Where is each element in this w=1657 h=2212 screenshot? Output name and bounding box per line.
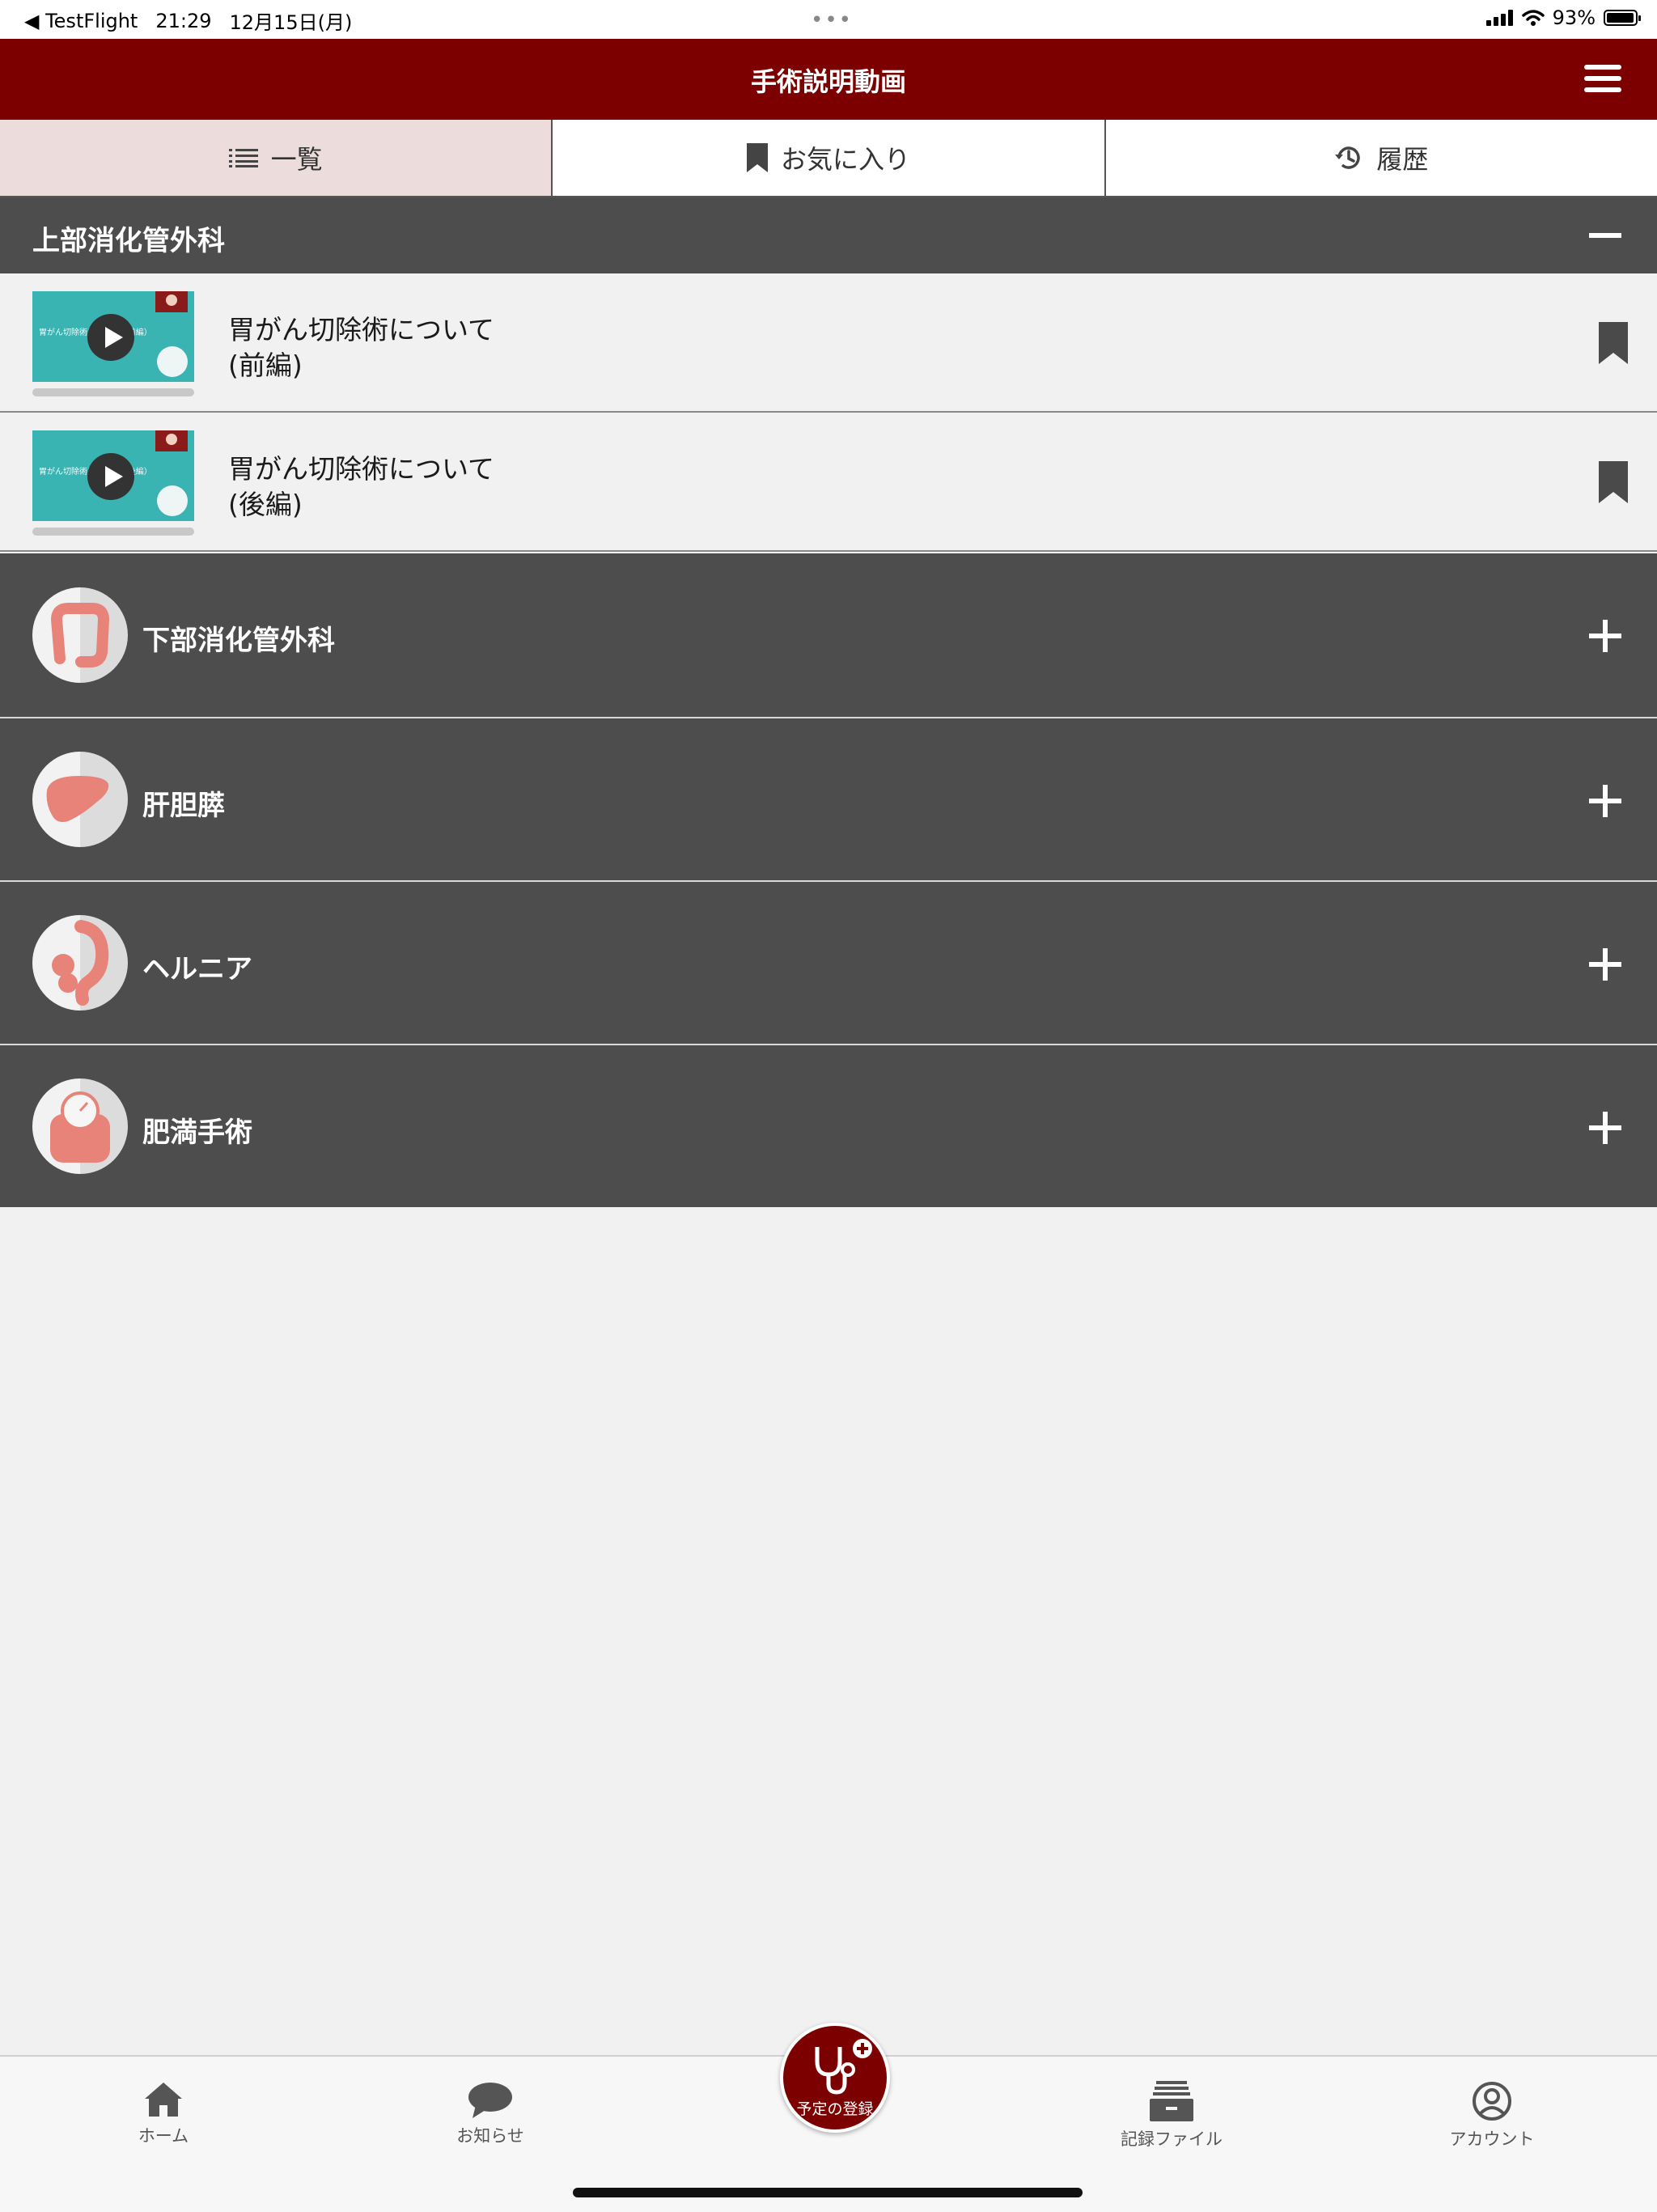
tab-favorites-label: お気に入り (780, 144, 910, 175)
presenter-image (155, 430, 188, 451)
tab-list-label: 一覧 (270, 144, 323, 175)
nav-account-label: アカウント (1449, 2129, 1535, 2149)
section-upper-gi[interactable]: 上部消化管外科 (0, 197, 1657, 273)
section-title: 肝胆膵 (142, 790, 225, 822)
hospital-logo-icon (157, 346, 188, 377)
video-item[interactable]: 胃がん切除術について（後編） 胃がん切除術について (後編) (0, 413, 1657, 552)
tab-bar: 一覧 お気に入り 履歴 (0, 120, 1657, 197)
wifi-icon (1521, 10, 1545, 26)
presenter-image (155, 291, 188, 312)
expand-icon[interactable] (1587, 947, 1623, 982)
video-title: 胃がん切除術について (後編) (228, 451, 494, 523)
app-header: 手術説明動画 (0, 39, 1657, 120)
section-title: ヘルニア (142, 953, 252, 985)
home-indicator[interactable] (573, 2188, 1083, 2197)
section-lower-gi[interactable]: 下部消化管外科 (0, 553, 1657, 717)
expand-icon[interactable] (1587, 1110, 1623, 1146)
watch-progress-bar (32, 528, 194, 536)
play-icon[interactable] (87, 314, 134, 361)
video-title-line2: (後編) (228, 489, 303, 520)
stethoscope-plus-icon (815, 2039, 872, 2095)
battery-percent: 93% (1552, 6, 1596, 29)
tab-favorites[interactable]: お気に入り (553, 120, 1106, 196)
video-title: 胃がん切除術について (前編) (228, 312, 494, 383)
expand-icon[interactable] (1587, 618, 1623, 654)
section-title: 上部消化管外科 (32, 225, 225, 257)
video-thumbnail[interactable]: 胃がん切除術について（前編） (32, 291, 194, 382)
nav-account[interactable]: アカウント (1411, 2081, 1573, 2151)
hernia-icon (32, 915, 128, 1011)
list-icon (228, 149, 258, 167)
file-box-icon (1150, 2081, 1193, 2121)
history-icon (1335, 146, 1361, 169)
status-bar: ◀ TestFlight 21:29 12月15日(月) ••• 93% (0, 0, 1657, 39)
section-hbp[interactable]: 肝胆膵 (0, 718, 1657, 880)
back-to-app-link[interactable]: ◀ TestFlight (24, 10, 138, 32)
tab-history[interactable]: 履歴 (1106, 120, 1657, 196)
nav-records-label: 記録ファイル (1121, 2129, 1223, 2149)
colon-icon (32, 587, 128, 683)
video-item[interactable]: 胃がん切除術について（前編） 胃がん切除術について (前編) (0, 273, 1657, 413)
cellular-signal-icon (1485, 10, 1513, 26)
watch-progress-bar (32, 388, 194, 396)
register-appointment-button[interactable]: 予定の登録 (780, 2023, 890, 2133)
liver-icon (32, 752, 128, 847)
hospital-logo-icon (157, 485, 188, 516)
video-title-line2: (前編) (228, 350, 303, 381)
collapse-icon[interactable] (1587, 218, 1623, 253)
bookmark-icon (746, 143, 768, 172)
status-time: 21:29 (155, 9, 212, 32)
section-title: 下部消化管外科 (142, 625, 335, 657)
hamburger-menu-icon[interactable] (1584, 65, 1621, 94)
multitasking-dots[interactable]: ••• (811, 8, 853, 32)
nav-records[interactable]: 記録ファイル (1091, 2081, 1252, 2151)
nav-news-label: お知らせ (456, 2126, 524, 2146)
tab-list[interactable]: 一覧 (0, 120, 553, 196)
bookmark-toggle-icon[interactable] (1599, 322, 1628, 364)
account-icon (1473, 2082, 1511, 2121)
section-bariatric[interactable]: 肥満手術 (0, 1045, 1657, 1207)
video-thumbnail[interactable]: 胃がん切除術について（後編） (32, 430, 194, 521)
play-icon[interactable] (87, 453, 134, 500)
section-title: 肥満手術 (142, 1117, 252, 1149)
home-icon (145, 2083, 182, 2117)
video-title-line1: 胃がん切除術について (228, 314, 495, 345)
bookmark-toggle-icon[interactable] (1599, 461, 1628, 503)
chat-bubble-icon (468, 2083, 512, 2118)
battery-icon (1604, 10, 1641, 26)
page-title: 手術説明動画 (750, 66, 906, 97)
video-title-line1: 胃がん切除術について (228, 453, 495, 485)
section-hernia[interactable]: ヘルニア (0, 882, 1657, 1044)
nav-home[interactable]: ホーム (83, 2081, 244, 2147)
nav-news[interactable]: お知らせ (409, 2081, 571, 2147)
expand-icon[interactable] (1587, 783, 1623, 819)
nav-home-label: ホーム (138, 2126, 189, 2146)
status-date: 12月15日(月) (229, 11, 353, 34)
tab-history-label: 履歴 (1376, 144, 1429, 175)
register-appointment-label: 予定の登録 (796, 2100, 874, 2118)
scale-icon (32, 1078, 128, 1174)
